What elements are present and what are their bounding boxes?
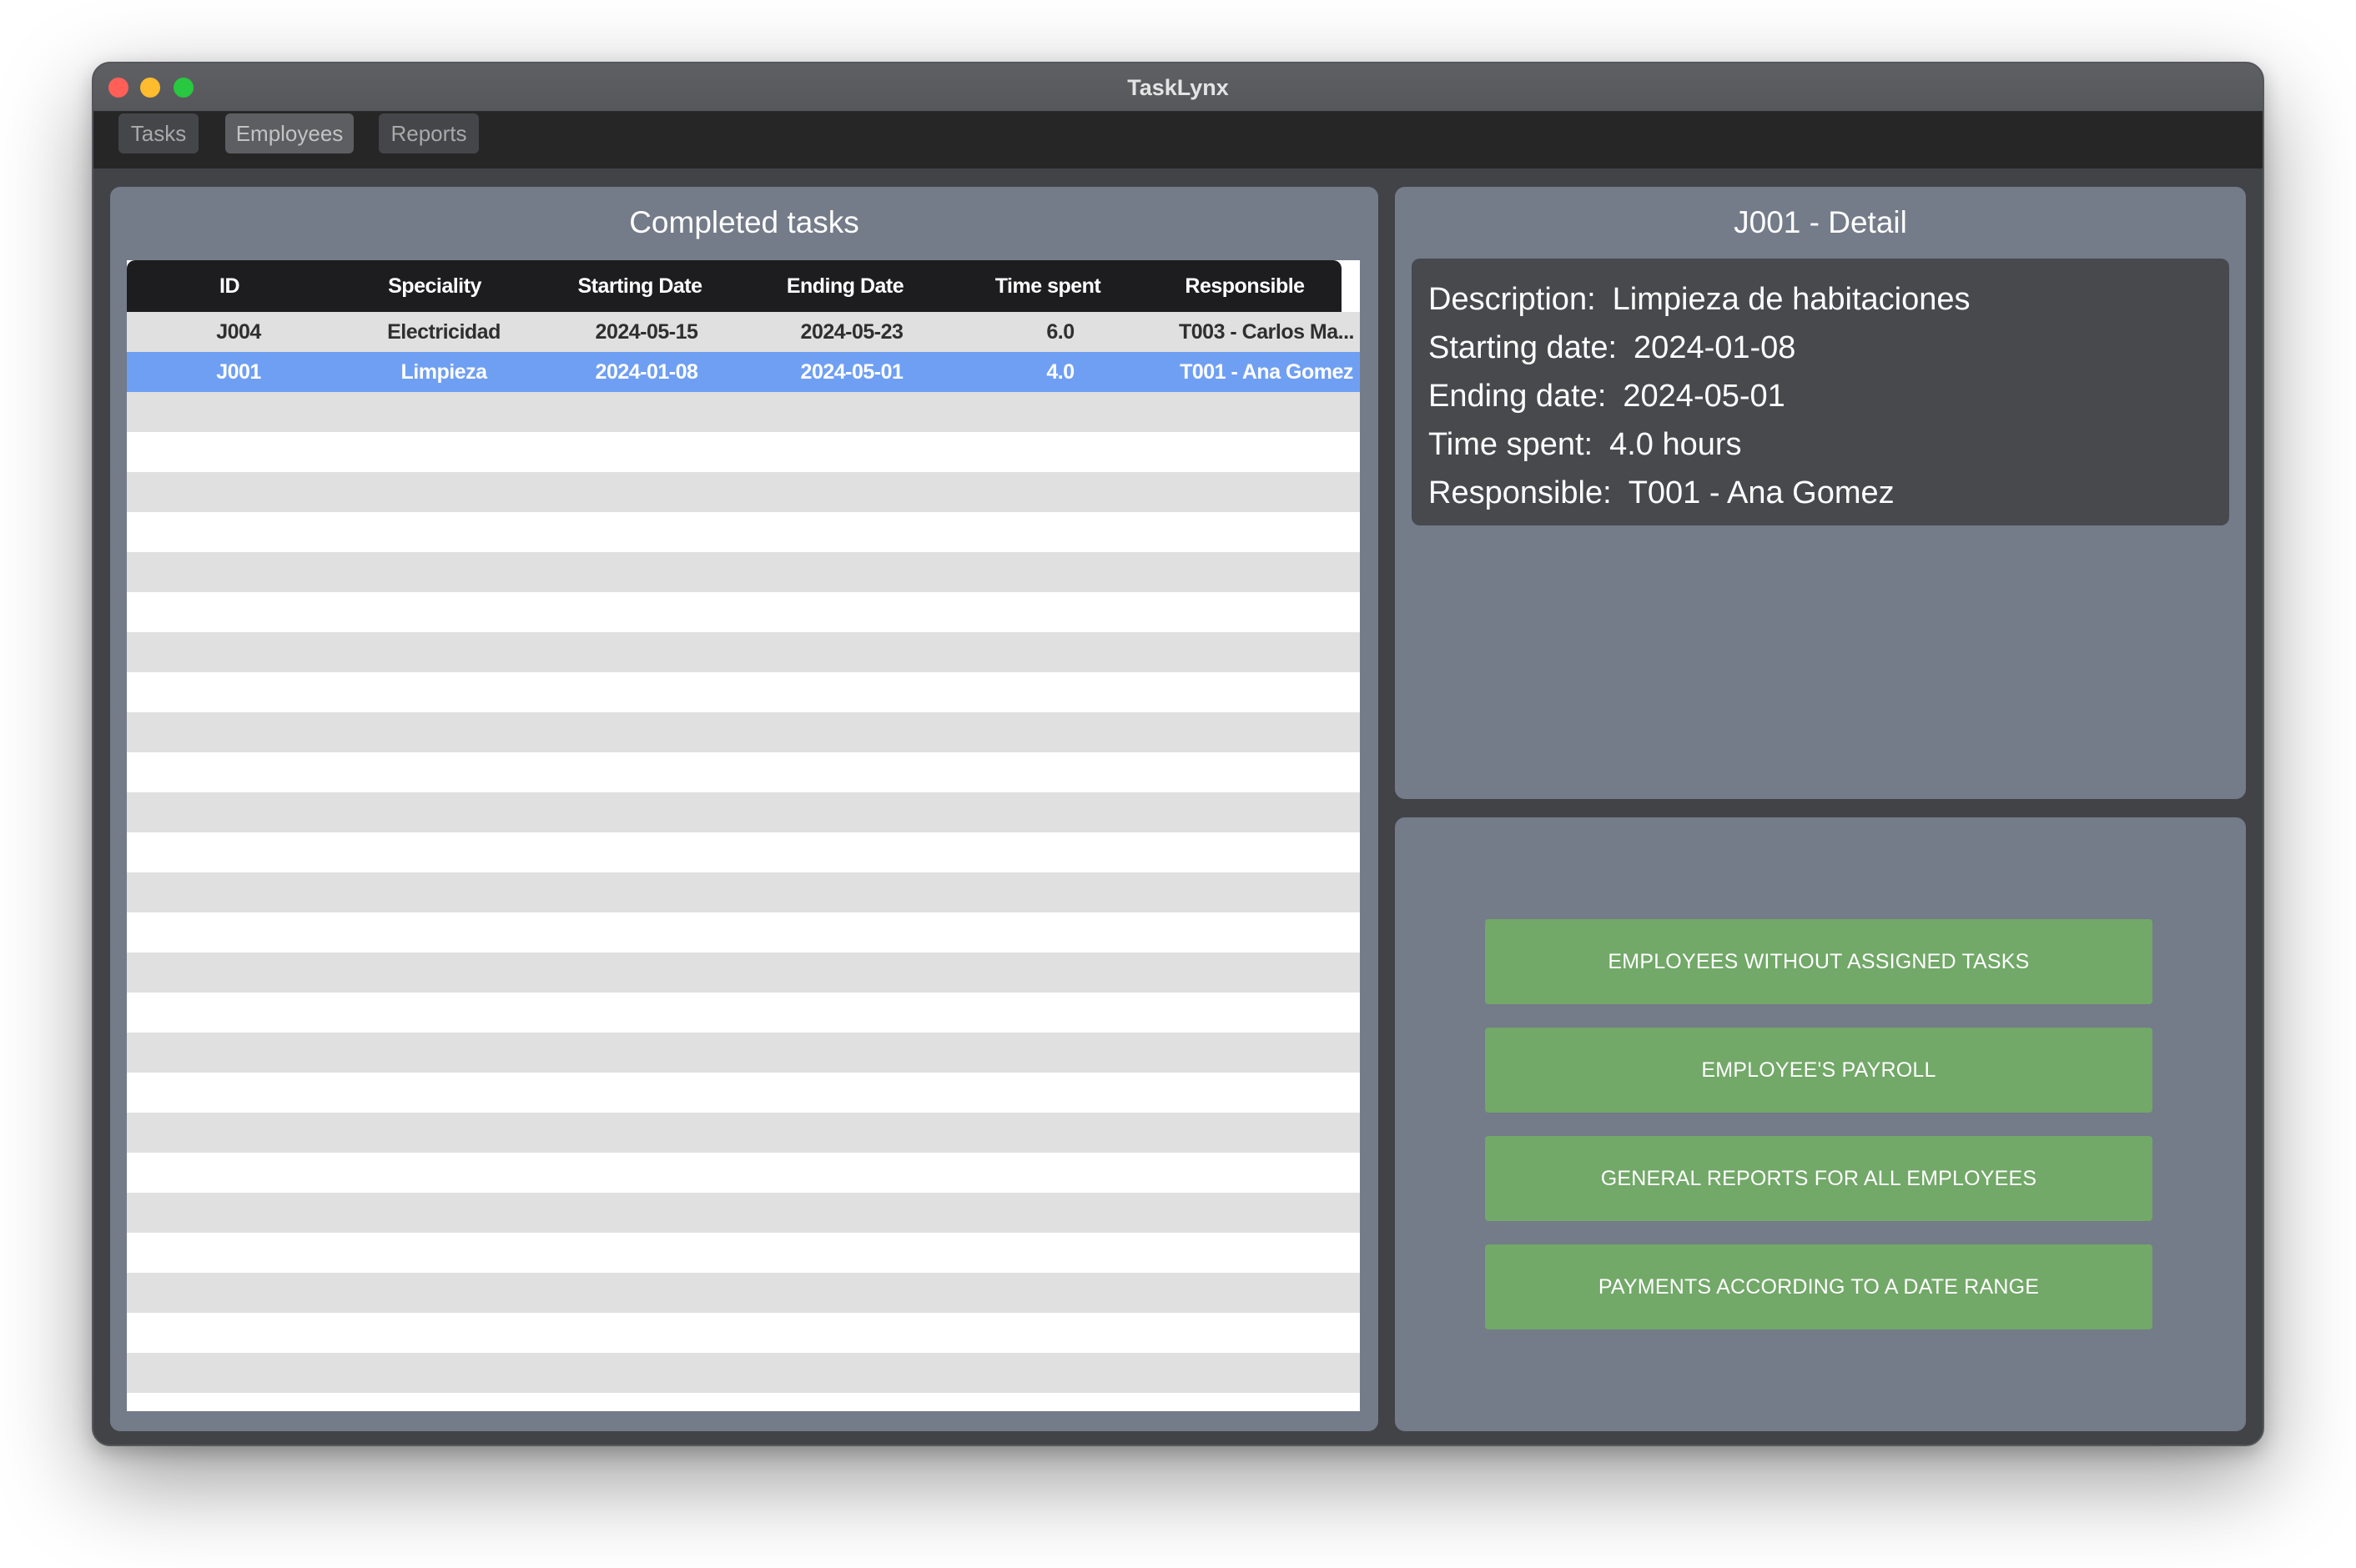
cell-ending-date: 2024-05-23 [800,319,904,344]
cell-responsible: T001 - Ana Gomez [1180,359,1353,384]
cell-time-spent: 6.0 [1046,319,1075,344]
detail-starting-date: Starting date: 2024-01-08 [1428,324,2229,372]
column-header-responsible[interactable]: Responsible [1148,260,1342,312]
empty-table-row [127,1073,1360,1113]
empty-table-row [127,472,1360,512]
empty-table-row [127,432,1360,472]
cell-responsible: T003 - Carlos Ma... [1178,319,1355,344]
cell-id: J001 [216,359,261,384]
task-detail-box: Description: Limpieza de habitaciones St… [1412,259,2229,525]
empty-table-row [127,552,1360,592]
menu-bar: Tasks Employees Reports [93,112,2263,168]
cell-starting-date: 2024-01-08 [595,359,698,384]
table-row[interactable]: J004 Electricidad 2024-05-15 2024-05-23 … [127,312,1360,352]
empty-table-row [127,1313,1360,1353]
cell-speciality: Limpieza [400,359,487,384]
cell-ending-date: 2024-05-01 [800,359,904,384]
window-title: TaskLynx [1127,75,1229,100]
task-detail-title: J001 - Detail [1734,205,1907,239]
reports-menu-button[interactable]: Reports [379,113,479,153]
completed-tasks-panel: Completed tasks ID Speciality Starting D… [110,187,1378,1431]
detail-description-value: Limpieza de habitaciones [1612,281,1971,317]
empty-table-row [127,1033,1360,1073]
detail-starting-date-value: 2024-01-08 [1634,329,1796,365]
detail-time-spent-label: Time spent: [1428,426,1593,462]
cell-id: J004 [216,319,261,344]
empty-table-row [127,993,1360,1033]
detail-ending-date: Ending date: 2024-05-01 [1428,372,2229,420]
detail-description-label: Description: [1428,281,1596,317]
empty-table-row [127,792,1360,832]
detail-ending-date-label: Ending date: [1428,378,1607,414]
empty-table-row [127,872,1360,912]
table-body: J004 Electricidad 2024-05-15 2024-05-23 … [127,312,1360,1393]
main-content: Completed tasks ID Speciality Starting D… [93,168,2263,1445]
empty-table-row [127,1353,1360,1393]
detail-time-spent: Time spent: 4.0 hours [1428,420,2229,469]
table-row-selected[interactable]: J001 Limpieza 2024-01-08 2024-05-01 4.0 … [127,352,1360,392]
empty-table-row [127,632,1360,672]
empty-table-row [127,1233,1360,1273]
task-detail-panel: J001 - Detail Description: Limpieza de h… [1395,187,2246,799]
detail-starting-date-label: Starting date: [1428,329,1618,365]
completed-tasks-title: Completed tasks [629,205,859,239]
column-header-ending-date[interactable]: Ending Date [743,260,948,312]
empty-table-row [127,1273,1360,1313]
empty-table-row [127,752,1360,792]
cell-starting-date: 2024-05-15 [595,319,698,344]
empty-table-row [127,952,1360,993]
employees-without-tasks-button[interactable]: EMPLOYEES WITHOUT ASSIGNED TASKS [1485,919,2152,1004]
payments-date-range-button[interactable]: PAYMENTS ACCORDING TO A DATE RANGE [1485,1244,2152,1329]
title-bar: TaskLynx [93,63,2263,112]
empty-table-row [127,592,1360,632]
detail-time-spent-value: 4.0 hours [1609,426,1742,462]
table-header: ID Speciality Starting Date Ending Date … [127,260,1342,312]
empty-table-row [127,672,1360,712]
detail-description: Description: Limpieza de habitaciones [1428,275,2229,324]
empty-table-row [127,1193,1360,1233]
general-reports-button[interactable]: GENERAL REPORTS FOR ALL EMPLOYEES [1485,1136,2152,1221]
column-header-starting-date[interactable]: Starting Date [537,260,743,312]
empty-table-row [127,1113,1360,1153]
empty-table-row [127,912,1360,952]
empty-table-row [127,832,1360,872]
cell-time-spent: 4.0 [1046,359,1075,384]
column-header-speciality[interactable]: Speciality [332,260,537,312]
detail-responsible: Responsible: T001 - Ana Gomez [1428,469,2229,517]
app-window: TaskLynx Tasks Employees Reports Complet… [92,62,2264,1446]
empty-table-row [127,712,1360,752]
tasks-menu-button[interactable]: Tasks [118,113,199,153]
cell-speciality: Electricidad [387,319,501,344]
tasks-table: ID Speciality Starting Date Ending Date … [127,260,1360,1411]
column-header-id[interactable]: ID [127,260,332,312]
detail-responsible-value: T001 - Ana Gomez [1628,475,1895,510]
detail-ending-date-value: 2024-05-01 [1623,378,1785,414]
reports-panel: EMPLOYEES WITHOUT ASSIGNED TASKS EMPLOYE… [1395,817,2246,1431]
empty-table-row [127,512,1360,552]
detail-responsible-label: Responsible: [1428,475,1612,510]
empty-table-row [127,392,1360,432]
employees-payroll-button[interactable]: EMPLOYEE'S PAYROLL [1485,1028,2152,1113]
column-header-time-spent[interactable]: Time spent [948,260,1148,312]
employees-menu-button[interactable]: Employees [225,113,354,153]
empty-table-row [127,1153,1360,1193]
